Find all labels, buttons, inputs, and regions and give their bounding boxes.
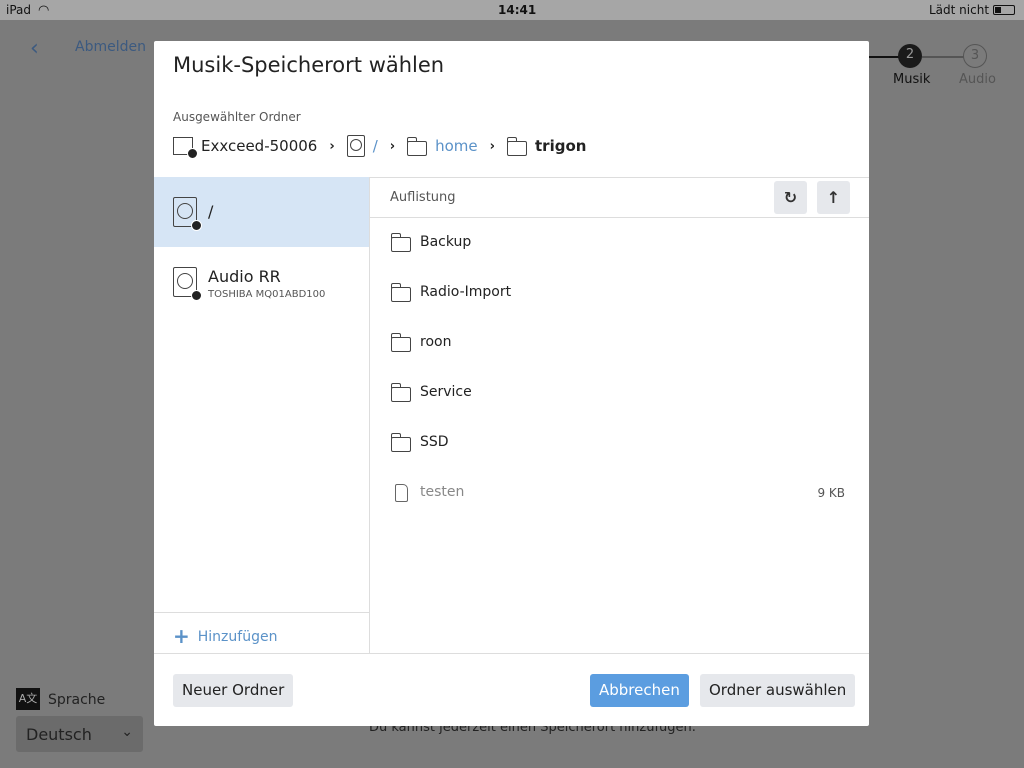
folder-icon	[390, 233, 411, 252]
volume-item-audio-rr[interactable]: Audio RR TOSHIBA MQ01ABD100	[154, 247, 369, 317]
list-item[interactable]: Backup	[390, 231, 850, 255]
new-folder-button[interactable]: Neuer Ordner	[173, 674, 294, 707]
item-name: Radio-Import	[420, 284, 512, 300]
divider	[154, 653, 869, 654]
list-item-file: testen 9 KB	[390, 481, 850, 505]
step-3: 3	[963, 44, 987, 68]
folder-dialog: Musik-Speicherort wählen Ausgewählter Or…	[154, 41, 869, 726]
file-icon	[395, 484, 408, 502]
volume-item-root[interactable]: /	[154, 177, 369, 247]
volume-name: /	[208, 202, 214, 221]
listing-header: Auflistung ↻ ↑	[370, 177, 869, 218]
chevron-right-icon: ›	[329, 138, 335, 154]
battery-status: Lädt nicht	[929, 3, 1016, 17]
step-label-audio: Audio	[959, 72, 996, 87]
file-size: 9 KB	[817, 486, 845, 500]
add-volume-button[interactable]: + Hinzufügen	[173, 624, 277, 648]
step-line	[922, 56, 964, 58]
battery-icon	[993, 5, 1016, 15]
volume-list: / Audio RR TOSHIBA MQ01ABD100	[154, 177, 370, 654]
refresh-button[interactable]: ↻	[774, 181, 807, 214]
breadcrumb-home[interactable]: home	[435, 137, 478, 155]
item-name: testen	[420, 484, 465, 500]
folder-icon	[390, 283, 411, 302]
item-name: Service	[420, 384, 472, 400]
language-icon: A文	[16, 688, 40, 710]
chevron-down-icon: ⌄	[121, 724, 133, 740]
disk-icon	[346, 135, 365, 157]
folder-icon	[390, 433, 411, 452]
plus-icon: +	[173, 624, 190, 648]
status-bar: iPad ◠ 14:41 Lädt nicht	[0, 0, 1024, 20]
add-label: Hinzufügen	[197, 629, 278, 645]
breadcrumb-root[interactable]: /	[373, 137, 378, 155]
language-value: Deutsch	[26, 725, 92, 744]
folder-listing: Auflistung ↻ ↑ Backup Radio-Import roon …	[370, 177, 869, 654]
step-line	[869, 56, 899, 58]
clock: 14:41	[498, 3, 537, 17]
folder-icon	[390, 333, 411, 352]
breadcrumb-current: trigon	[535, 137, 587, 155]
device-name: iPad	[6, 3, 32, 17]
chevron-right-icon: ›	[489, 138, 495, 154]
divider	[154, 612, 369, 613]
logout-link[interactable]: Abmelden	[75, 39, 146, 55]
dialog-title: Musik-Speicherort wählen	[173, 53, 445, 77]
folder-icon	[390, 383, 411, 402]
list-item[interactable]: Radio-Import	[390, 281, 850, 305]
item-name: Backup	[420, 234, 472, 250]
listing-title: Auflistung	[390, 190, 456, 205]
step-2: 2	[898, 44, 922, 68]
list-item[interactable]: roon	[390, 331, 850, 355]
up-button[interactable]: ↑	[817, 181, 850, 214]
battery-text: Lädt nicht	[929, 3, 990, 17]
hard-disk-icon	[173, 197, 202, 231]
item-name: SSD	[420, 434, 449, 450]
item-name: roon	[420, 334, 452, 350]
list-item[interactable]: SSD	[390, 431, 850, 455]
language-label: Sprache	[48, 692, 106, 708]
step-label-musik: Musik	[893, 72, 931, 87]
volume-subtitle: TOSHIBA MQ01ABD100	[208, 289, 326, 300]
wifi-icon: ◠	[38, 3, 50, 18]
breadcrumb-server[interactable]: Exxceed-50006	[201, 137, 317, 155]
language-select[interactable]: Deutsch ⌄	[16, 716, 143, 752]
hard-disk-icon	[173, 267, 202, 301]
list-item[interactable]: Service	[390, 381, 850, 405]
server-icon	[173, 137, 198, 159]
cancel-button[interactable]: Abbrechen	[590, 674, 689, 707]
breadcrumb: Exxceed-50006 › / › home › trigon	[173, 135, 587, 159]
folder-icon	[406, 136, 428, 156]
chevron-right-icon: ›	[389, 138, 396, 154]
folder-icon	[506, 136, 527, 156]
selected-folder-label: Ausgewählter Ordner	[173, 110, 301, 124]
select-folder-button[interactable]: Ordner auswählen	[700, 674, 856, 707]
volume-name: Audio RR	[208, 267, 281, 286]
back-chevron-icon[interactable]: ‹	[30, 36, 39, 61]
